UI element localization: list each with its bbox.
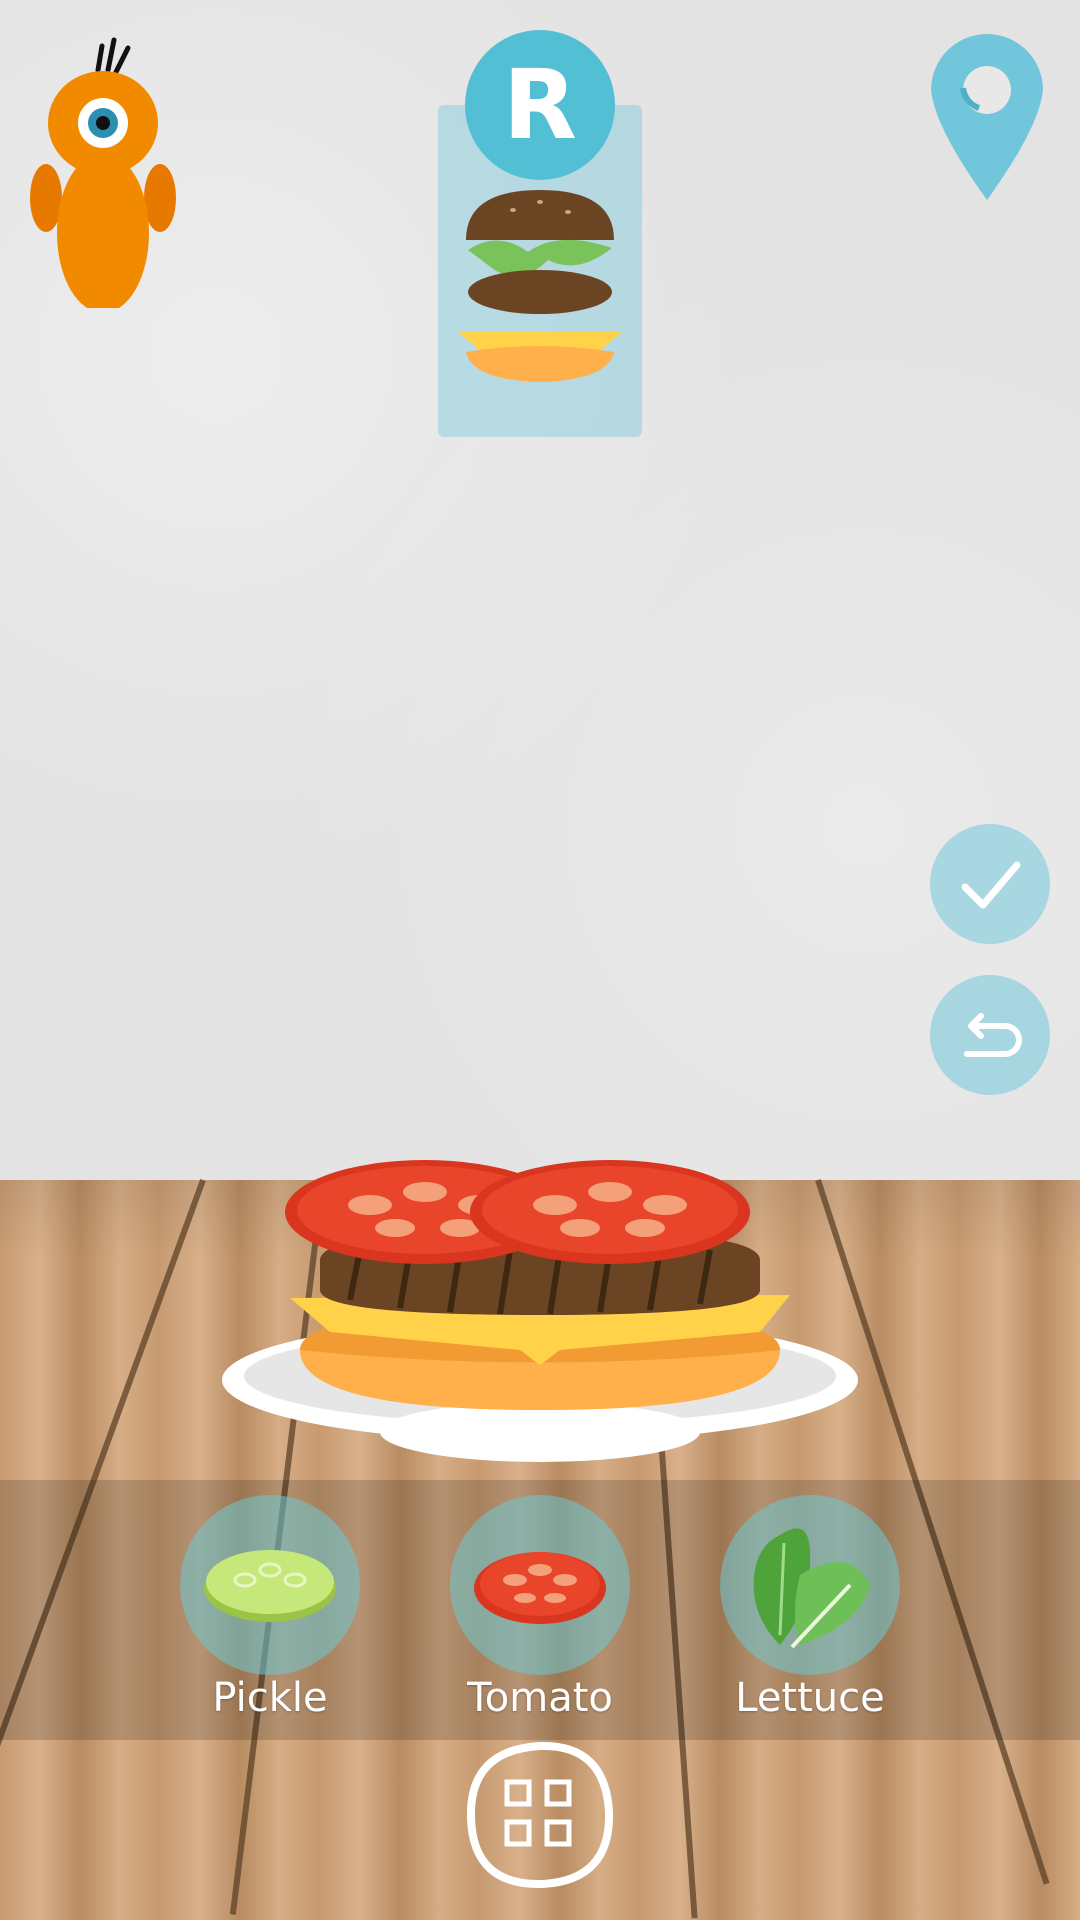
burger-assembly: [222, 1160, 858, 1462]
lettuce-icon: [753, 1528, 870, 1649]
map-pin-icon[interactable]: [925, 28, 1050, 203]
undo-button[interactable]: [930, 975, 1050, 1095]
mascot-character[interactable]: [28, 28, 178, 313]
checkmark-icon: [961, 861, 1021, 909]
grid-menu-icon[interactable]: [465, 1740, 615, 1890]
ingredient-lettuce-button[interactable]: [720, 1495, 900, 1675]
ingredient-tomato-label: Tomato: [467, 1675, 613, 1721]
ingredient-pickle-button[interactable]: [180, 1495, 360, 1675]
ingredient-tomato-button[interactable]: [450, 1495, 630, 1675]
target-burger-icon: [458, 190, 622, 382]
confirm-button[interactable]: [930, 824, 1050, 944]
pickle-icon: [204, 1550, 336, 1622]
mascot-icon: [30, 37, 176, 313]
ingredient-lettuce-label: Lettuce: [735, 1675, 885, 1721]
recipe-badge: R: [465, 30, 615, 180]
undo-icon: [964, 1013, 1022, 1057]
tomato-icon: [474, 1552, 606, 1624]
ingredient-pickle-label: Pickle: [212, 1675, 328, 1721]
